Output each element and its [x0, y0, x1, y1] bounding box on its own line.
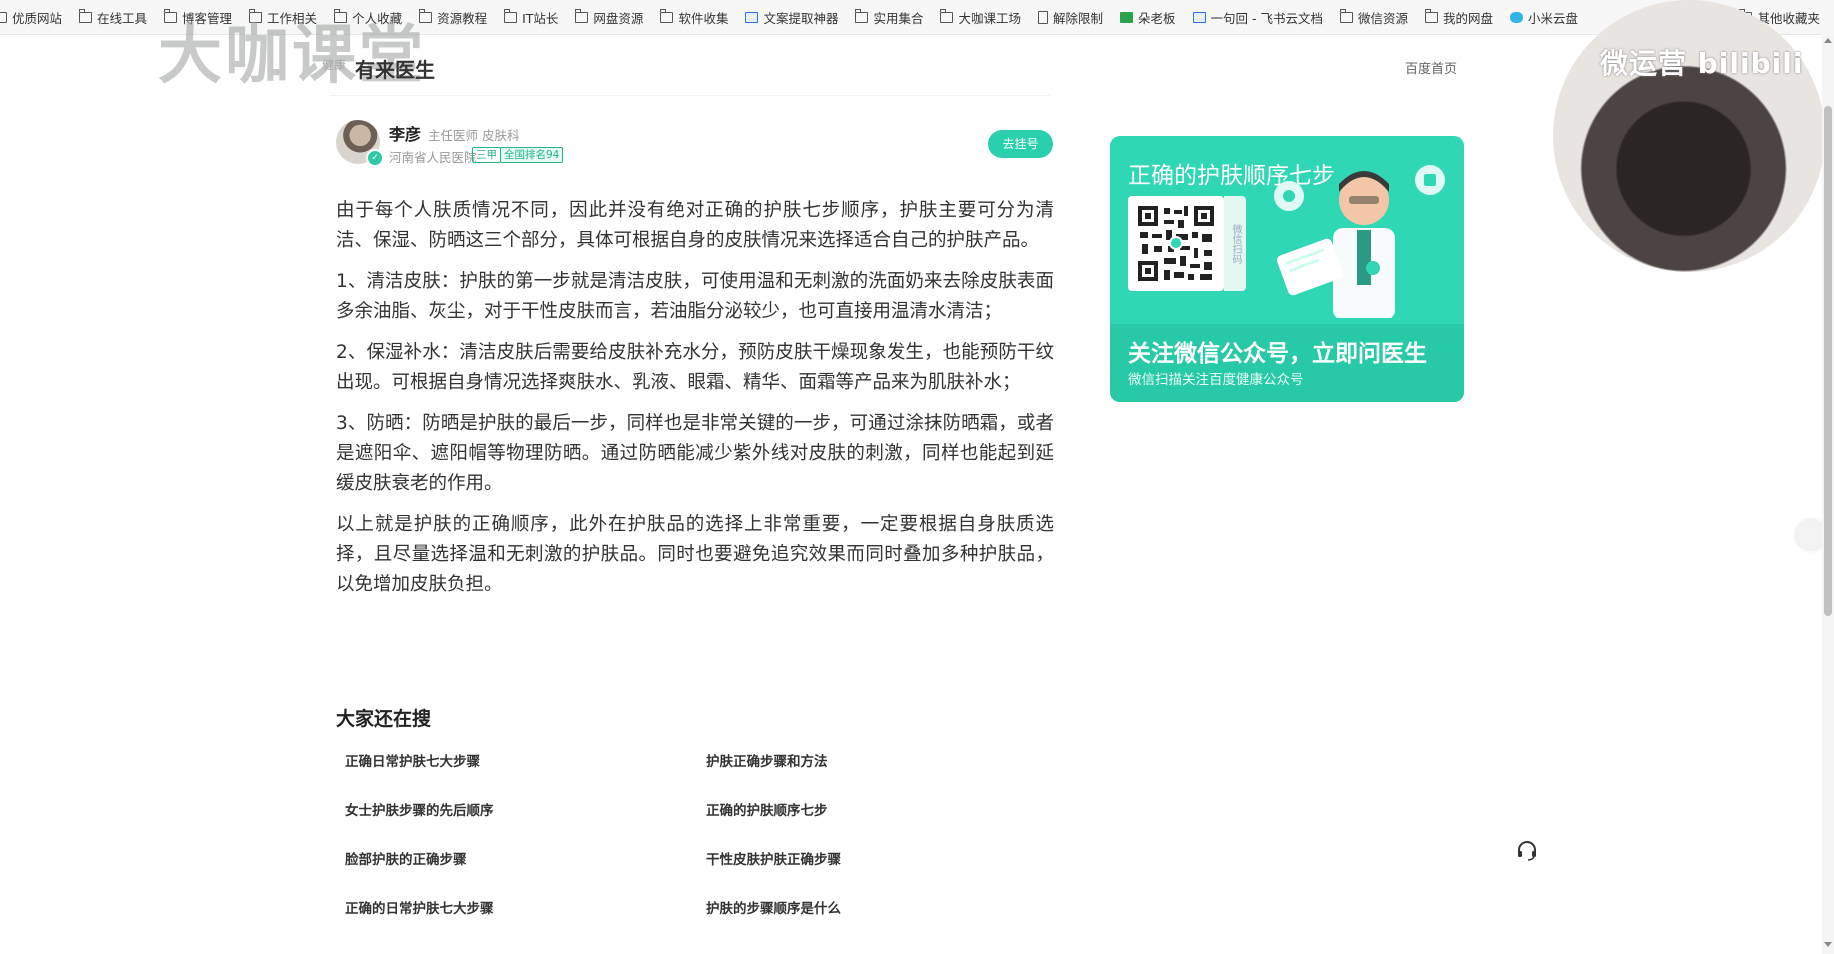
related-search-link[interactable]: 护肤的步骤顺序是什么: [706, 897, 841, 917]
bookmark-label: 我的网盘: [1443, 10, 1494, 26]
bookmark-label: 实用集合: [873, 10, 924, 26]
folder-icon: [79, 8, 93, 23]
ad-cta: 关注微信公众号，立即问医生: [1128, 341, 1427, 367]
scroll-down-icon[interactable]: [1824, 942, 1832, 947]
register-button[interactable]: 去挂号: [988, 130, 1053, 158]
bookmark-label: 朵老板: [1138, 10, 1176, 26]
related-search-link[interactable]: 护肤正确步骤和方法: [706, 750, 828, 770]
folder-icon: [0, 11, 7, 23]
doctor-name[interactable]: 李彦: [389, 121, 421, 145]
ad-subtitle: 微信扫描关注百度健康公众号: [1128, 372, 1304, 388]
bookmark-label: 小米云盘: [1528, 10, 1579, 26]
related-search-link[interactable]: 正确的日常护肤七大步骤: [345, 897, 494, 917]
bookmark-item[interactable]: IT站长: [504, 8, 558, 27]
page-scrollbar[interactable]: [1822, 34, 1834, 954]
bookmark-label: 微信资源: [1358, 10, 1409, 26]
bookmark-item[interactable]: 实用集合: [855, 8, 923, 27]
webcam-watermark: 微运营 bilibili: [1600, 47, 1804, 80]
bookmark-item[interactable]: 大咖课工场: [940, 8, 1021, 27]
scrollbar-thumb[interactable]: [1824, 106, 1832, 616]
bookmark-label: IT站长: [522, 10, 559, 26]
folder-icon: [1340, 8, 1353, 23]
folder-icon: [575, 8, 589, 23]
hospital-rank-badge: 全国排名94: [500, 147, 564, 163]
site-title[interactable]: 有来医生: [355, 54, 435, 83]
bookmark-item[interactable]: 优质网站: [0, 8, 62, 27]
hospital-level-badge: 三甲: [472, 147, 501, 163]
folder-icon: [940, 8, 954, 23]
article-body: 由于每个人肤质情况不同，因此并没有绝对正确的护肤七步顺序，护肤主要可分为清洁、保…: [336, 196, 1054, 611]
app-icon: [745, 11, 759, 23]
verified-icon: ✓: [366, 149, 384, 167]
article-paragraph: 以上就是护肤的正确顺序，此外在护肤品的选择上非常重要，一定要根据自身肤质选择，且…: [336, 514, 1054, 595]
article-paragraph: 由于每个人肤质情况不同，因此并没有绝对正确的护肤七步顺序，护肤主要可分为清洁、保…: [336, 200, 1054, 251]
bookmark-label: 大咖课工场: [958, 10, 1021, 26]
qr-code: [1128, 196, 1224, 291]
bookmark-label: 网盘资源: [593, 10, 644, 26]
related-search-link[interactable]: 干性皮肤护肤正确步骤: [706, 848, 841, 868]
webcam-overlay: [1553, 0, 1825, 272]
folder-icon: [1425, 8, 1439, 23]
bookmark-item[interactable]: 一句回 - 飞书云文档: [1192, 8, 1323, 27]
bookmark-item[interactable]: 微信资源: [1340, 8, 1408, 27]
bookmark-item[interactable]: 网盘资源: [575, 8, 643, 27]
related-search-link[interactable]: 正确日常护肤七大步骤: [345, 750, 480, 770]
qr-scan-tab: 微信扫码: [1224, 196, 1246, 291]
bookmark-item[interactable]: 朵老板: [1120, 8, 1176, 27]
folder-icon: [855, 8, 869, 23]
doctor-title: 主任医师 皮肤科: [428, 128, 520, 143]
related-search-link[interactable]: 正确的护肤顺序七步: [706, 799, 828, 819]
bookmark-label: 文案提取神器: [763, 10, 839, 26]
folder-icon: [660, 8, 674, 23]
wechat-ad-banner[interactable]: 正确的护肤顺序七步 微信扫码 关注微信公众号，立即问医生 微信扫描关注百度健康公…: [1110, 136, 1464, 402]
related-search-link[interactable]: 女士护肤步骤的先后顺序: [345, 799, 494, 819]
cloud-icon: [1510, 11, 1524, 23]
bookmark-label: 软件收集: [678, 10, 729, 26]
folder-icon: [504, 8, 518, 23]
article-paragraph: 3、防晒：防晒是护肤的最后一步，同样也是非常关键的一步，可通过涂抹防晒霜，或者是…: [336, 413, 1054, 494]
bookmark-item[interactable]: 在线工具: [79, 8, 147, 27]
baidu-home-link[interactable]: 百度首页: [1405, 58, 1457, 77]
bookmark-label: 优质网站: [12, 10, 63, 26]
bookmark-item[interactable]: 小米云盘: [1510, 8, 1578, 27]
bookmark-item[interactable]: 我的网盘: [1425, 8, 1493, 27]
blue-icon: [1192, 11, 1206, 23]
bookmark-label: 资源教程: [437, 10, 488, 26]
doctor-hospital: 河南省人民医院: [389, 150, 477, 165]
scroll-up-icon[interactable]: [1824, 38, 1832, 43]
article-paragraph: 2、保湿补水：清洁皮肤后需要给皮肤补充水分，预防皮肤干燥现象发生，也能预防干纹出…: [336, 342, 1054, 393]
related-search-link[interactable]: 脸部护肤的正确步骤: [345, 848, 467, 868]
green-icon: [1120, 11, 1134, 23]
bookmark-item[interactable]: 资源教程: [419, 8, 487, 27]
bookmark-label: 一句回 - 飞书云文档: [1210, 10, 1323, 26]
bookmark-item[interactable]: 软件收集: [660, 8, 728, 27]
site-logo[interactable]: 健康: [322, 56, 346, 73]
bookmark-item[interactable]: 文案提取神器: [745, 8, 838, 27]
article-paragraph: 1、清洁皮肤：护肤的第一步就是清洁皮肤，可使用温和无刺激的洗面奶来去除皮肤表面多…: [336, 271, 1054, 322]
doc-icon: [1038, 10, 1048, 24]
customer-service-icon[interactable]: [1515, 838, 1539, 862]
header-divider: [330, 95, 1050, 96]
related-search-title: 大家还在搜: [336, 708, 432, 730]
doctor-illustration: [1274, 165, 1445, 318]
bookmark-label: 解除限制: [1053, 10, 1104, 26]
bookmark-item[interactable]: 解除限制: [1038, 8, 1103, 27]
bookmark-label: 在线工具: [97, 10, 148, 26]
